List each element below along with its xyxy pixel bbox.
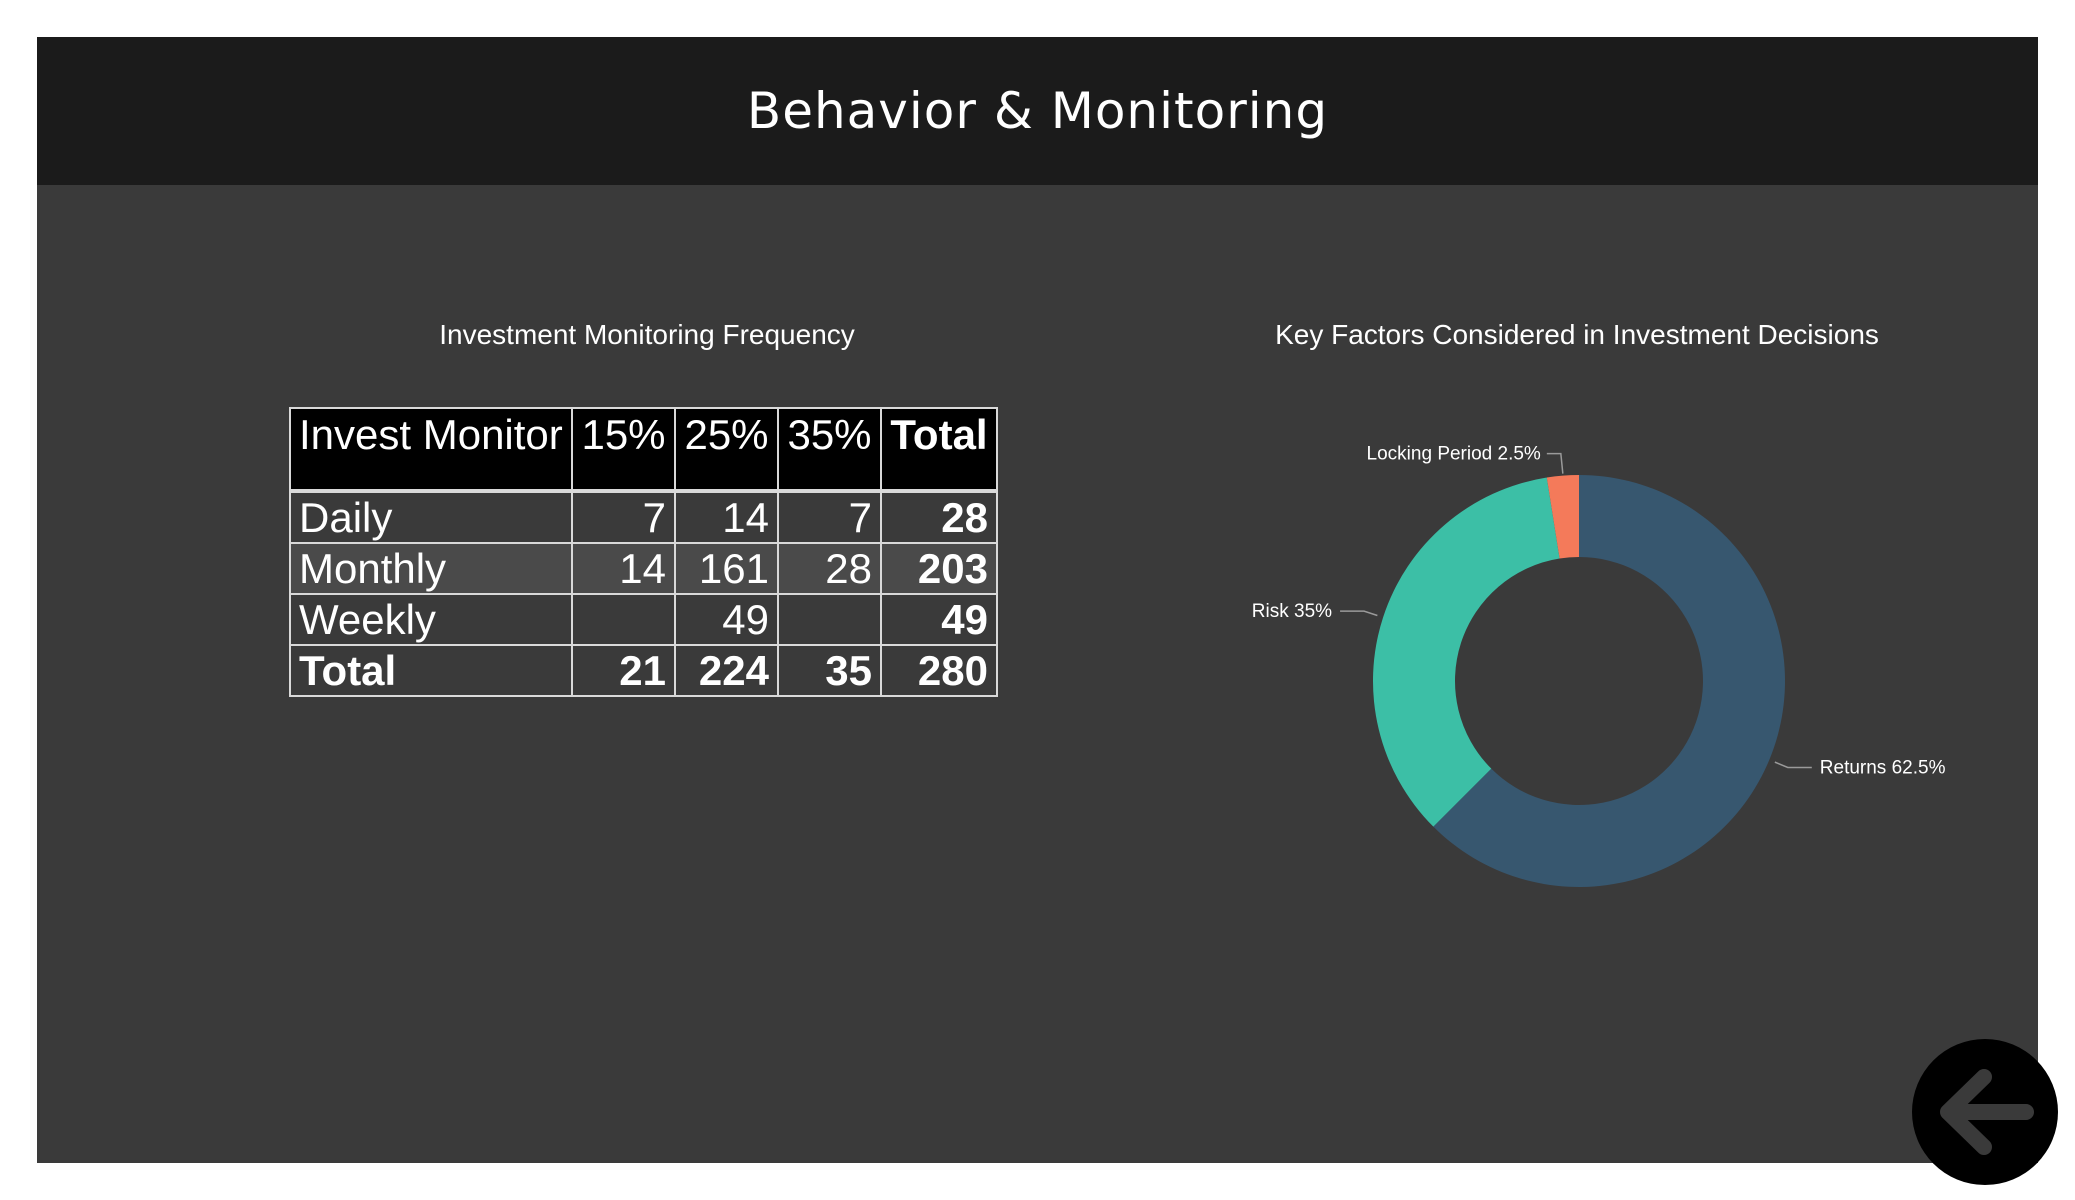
chart-title: Key Factors Considered in Investment Dec… xyxy=(1275,319,1879,350)
table-cell: 21 xyxy=(571,644,676,697)
row-label: Total xyxy=(289,644,573,697)
leader-line xyxy=(1340,610,1378,617)
table-cell: 49 xyxy=(674,593,779,646)
table-cell: 28 xyxy=(777,542,882,595)
table-cell xyxy=(777,593,882,646)
slide: Behavior & Monitoring Investment Monitor… xyxy=(37,37,2058,1185)
column-header: 15% xyxy=(571,407,676,493)
row-label: Daily xyxy=(289,490,573,544)
table-total-row: Total 21 224 35 280 xyxy=(289,644,998,697)
column-header: Invest Monitor xyxy=(289,407,573,493)
table-cell: 7 xyxy=(777,490,882,544)
header-bar: Behavior & Monitoring xyxy=(37,37,2038,185)
table-cell: 14 xyxy=(571,542,676,595)
table-cell: 7 xyxy=(571,490,676,544)
table-row: Daily 7 14 7 28 xyxy=(289,490,998,544)
slice-label-returns: Returns 62.5% xyxy=(1820,757,1946,778)
column-header: Total xyxy=(880,407,998,493)
donut-slice-risk xyxy=(1373,477,1560,827)
row-total-cell: 203 xyxy=(880,542,998,595)
table-cell xyxy=(571,593,676,646)
table-cell: 161 xyxy=(674,542,779,595)
row-label: Monthly xyxy=(289,542,573,595)
table-cell: 35 xyxy=(777,644,882,697)
table-row: Monthly 14 161 28 203 xyxy=(289,542,998,595)
monitoring-frequency-table: Invest Monitor 15% 25% 35% Total Daily 7… xyxy=(289,407,998,697)
grand-total-cell: 280 xyxy=(880,644,998,697)
table-header-row: Invest Monitor 15% 25% 35% Total xyxy=(289,407,998,493)
row-total-cell: 28 xyxy=(880,490,998,544)
leader-line xyxy=(1774,761,1812,769)
row-label: Weekly xyxy=(289,593,573,646)
column-header: 35% xyxy=(777,407,882,493)
slice-label-risk: Risk 35% xyxy=(1252,601,1332,622)
column-header: 25% xyxy=(674,407,779,493)
table-cell: 224 xyxy=(674,644,779,697)
table-row: Weekly 49 49 xyxy=(289,593,998,646)
table-title: Investment Monitoring Frequency xyxy=(439,319,855,350)
table-cell: 14 xyxy=(674,490,779,544)
leader-line xyxy=(1546,452,1564,474)
page-title: Behavior & Monitoring xyxy=(746,82,1329,140)
donut-chart: Returns 62.5% Risk 35% Locking Period 2.5% xyxy=(1252,444,1946,887)
slice-label-locking-period: Locking Period 2.5% xyxy=(1367,444,1541,465)
arrow-left-icon xyxy=(1940,1069,2034,1155)
back-button[interactable] xyxy=(1912,1039,2058,1185)
row-total-cell: 49 xyxy=(880,593,998,646)
